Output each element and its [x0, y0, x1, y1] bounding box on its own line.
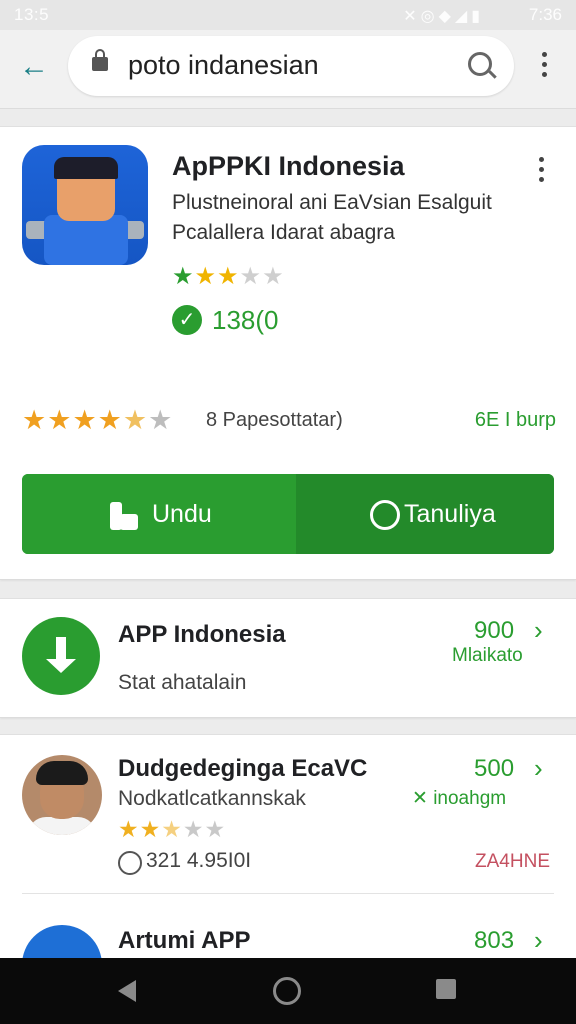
download-circle-icon	[22, 617, 100, 695]
search-header: ← poto indanesian	[0, 30, 576, 109]
list-item-label: ✕ inoahgm	[412, 787, 506, 810]
lock-icon	[92, 49, 108, 71]
list-item-subtitle: Nodkatlcatkannskak	[118, 787, 306, 810]
secondary-label: Tanuliya	[404, 500, 496, 528]
action-buttons: Undu Tanuliya	[22, 474, 554, 554]
download-button[interactable]: Undu	[22, 474, 296, 554]
app-subtitle-line2: Pcalallera Idarat abagra	[172, 221, 395, 244]
refresh-icon	[370, 500, 400, 530]
chevron-right-icon[interactable]: ›	[534, 615, 543, 646]
list-item-number: 500	[474, 755, 515, 782]
card-menu-icon[interactable]	[539, 157, 545, 187]
chevron-right-icon[interactable]: ›	[534, 925, 543, 956]
list-item-number: 900	[474, 617, 515, 644]
battery-icon: ▮	[471, 8, 484, 25]
list-item-number: 803	[474, 927, 515, 954]
signal-icon: ◢	[454, 8, 472, 25]
nav-home-icon[interactable]	[273, 977, 301, 1005]
rating-stars: ★★★★★★	[22, 405, 174, 435]
search-icon[interactable]	[468, 52, 492, 76]
list-item-label: Mlaikato	[452, 645, 523, 666]
sparkle-icon: ✕	[412, 788, 428, 809]
chevron-right-icon[interactable]: ›	[534, 753, 543, 784]
list-item-title: APP Indonesia	[118, 621, 286, 648]
divider	[22, 893, 554, 894]
app-size: 6E I burp	[474, 409, 556, 431]
rating-count: 8 Papesottatar)	[206, 409, 343, 431]
check-icon: ✓	[172, 305, 202, 335]
list-item-stars: ★★★★★	[118, 816, 227, 842]
app-icon[interactable]	[22, 145, 148, 265]
search-query[interactable]: poto indanesian	[128, 50, 319, 81]
list-item-label-text: inoahgm	[433, 788, 507, 809]
status-bar: 13:5 ✕◎◆◢▮ 7:36	[0, 0, 576, 30]
wifi-icon: ◆	[438, 8, 455, 25]
status-time-right: 7:36	[528, 5, 562, 24]
overflow-menu-icon[interactable]	[542, 52, 548, 82]
mute-icon: ✕	[403, 8, 421, 25]
nav-back-icon[interactable]	[118, 980, 136, 1002]
app-subtitle-line1: Plustneinoral ani EaVsian Esalguit	[172, 191, 492, 214]
avatar[interactable]	[22, 755, 102, 835]
download-label: Undu	[152, 500, 212, 528]
nav-recents-icon[interactable]	[436, 979, 456, 999]
list-item[interactable]: APP Indonesia Stat ahatalain 900 › Mlaik…	[0, 598, 576, 718]
navigation-bar	[0, 958, 576, 1024]
status-time-left: 13:5	[14, 5, 50, 24]
app-small-rating-stars: ★★★★★	[172, 263, 285, 290]
secondary-button[interactable]: Tanuliya	[296, 474, 554, 554]
thumbs-up-icon	[108, 498, 140, 532]
info-icon	[118, 851, 142, 875]
back-arrow-icon[interactable]: ←	[16, 50, 52, 86]
list-item-subtitle: Stat ahatalain	[118, 671, 247, 694]
alarm-icon: ◎	[420, 8, 439, 25]
app-title: ApPPKI Indonesia	[172, 151, 405, 181]
list-item-title: Artumi APP	[118, 927, 251, 954]
list-item-title: Dudgedeginga EcaVC	[118, 755, 368, 782]
status-icons: ✕◎◆◢▮	[403, 6, 484, 26]
search-box[interactable]: poto indanesian	[68, 36, 514, 96]
badge-count: 138(0	[212, 305, 279, 335]
rating-row: ★★★★★★ 8 Papesottatar) 6E I burp	[22, 405, 556, 435]
app-detail-card: ApPPKI Indonesia Plustneinoral ani EaVsi…	[0, 126, 576, 580]
list-item-tag: ZA4HNE	[475, 851, 550, 872]
list-item-info: 321 4.95I0I	[146, 849, 252, 872]
list-group: Dudgedeginga EcaVC Nodkatlcatkannskak ★★…	[0, 734, 576, 1005]
